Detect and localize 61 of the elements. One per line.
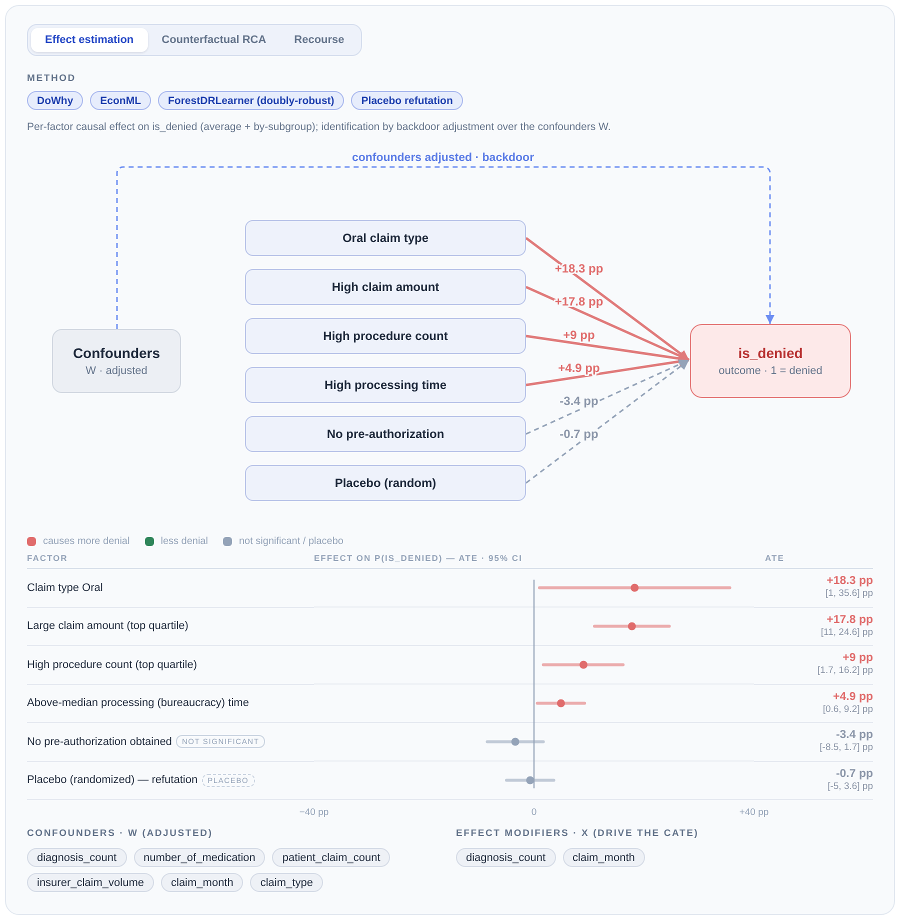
factor-name: Claim type Oral [27,582,103,594]
node-title: is_denied [738,344,803,362]
effect-label: -3.4 pp [560,394,598,408]
backdoor-label: confounders adjusted · backdoor [352,152,534,164]
factor-node: High processing time [245,367,526,403]
variable-chip: claim_type [250,873,323,892]
ate-value: -3.4 pp [836,729,873,742]
effect-label: -0.7 pp [560,427,598,441]
factor-node: No pre-authorization [245,416,526,452]
variable-chip: claim_month [562,848,645,867]
factor-node: Oral claim type [245,220,526,256]
effect-label: +4.9 pp [558,360,600,375]
column-header: ATE [765,553,784,564]
tab[interactable]: Recourse [280,28,358,52]
ci-range: [1.7, 16.2] pp [818,665,873,678]
method-chip: DoWhy [27,91,84,110]
axis-tick-label: +40 pp [739,807,769,818]
ate-value: -0.7 pp [836,768,873,781]
variable-chip: insurer_claim_volume [27,873,154,892]
method-description: Per-factor causal effect on is_denied (average + by-subgroup); identification by backdoor adjustment over the confounders W. [27,120,612,134]
factor-node: Placebo (random) [245,465,526,501]
factor-name: High procedure count (top quartile) [27,658,197,671]
section-label: CONFOUNDERS · W (ADJUSTED) [27,828,214,840]
factor-node: High procedure count [245,318,526,354]
legend-label: causes more denial [43,536,130,546]
tab[interactable]: Effect estimation [31,28,148,52]
method-chip: ForestDRLearner (doubly-robust) [158,91,344,110]
ate-value: +4.9 pp [833,690,873,704]
ci-range: [-8.5, 1.7] pp [820,742,873,754]
node-title: Confounders [72,344,160,362]
section-label: METHOD [27,73,77,85]
ci-range: [1, 35.6] pp [825,588,873,600]
column-header: FACTOR [27,553,68,564]
variable-chip: patient_claim_count [272,848,390,867]
column-header: EFFECT ON P(IS_DENIED) — ATE · 95% CI [314,553,522,564]
node-subtitle: outcome · 1 = denied [718,364,822,378]
ci-range: [0.6, 9.2] pp [822,704,873,716]
legend-label: less denial [160,536,208,546]
factor-name: Above-median processing (bureaucracy) time [27,697,249,710]
variable-chip: number_of_medication [134,848,266,867]
factor-name: No pre-authorization obtained [27,736,172,748]
variable-chip: claim_month [161,873,244,892]
variable-chip: diagnosis_count [456,848,556,867]
variable-chip: diagnosis_count [27,848,127,867]
legend-label: not significant / placebo [238,536,344,546]
axis-tick-label: −40 pp [299,807,329,818]
method-chip: EconML [90,91,152,110]
section-label: EFFECT MODIFIERS · X (DRIVE THE CATE) [456,828,700,840]
factor-name: Large claim amount (top quartile) [27,620,188,632]
ci-range: [-5, 3.6] pp [828,780,873,793]
node-subtitle: W · adjusted [86,364,148,378]
axis-tick-label: 0 [531,807,537,818]
ate-value: +18.3 pp [826,575,873,588]
effect-label: +9 pp [563,328,595,342]
tab[interactable]: Counterfactual RCA [148,28,280,52]
factor-node: High claim amount [245,269,526,305]
method-chip: Placebo refutation [351,91,463,110]
ate-value: +17.8 pp [826,614,873,627]
ci-range: [11, 24.6] pp [820,626,873,639]
ate-value: +9 pp [842,652,873,666]
factor-name: Placebo (randomized) — refutation [27,774,198,786]
